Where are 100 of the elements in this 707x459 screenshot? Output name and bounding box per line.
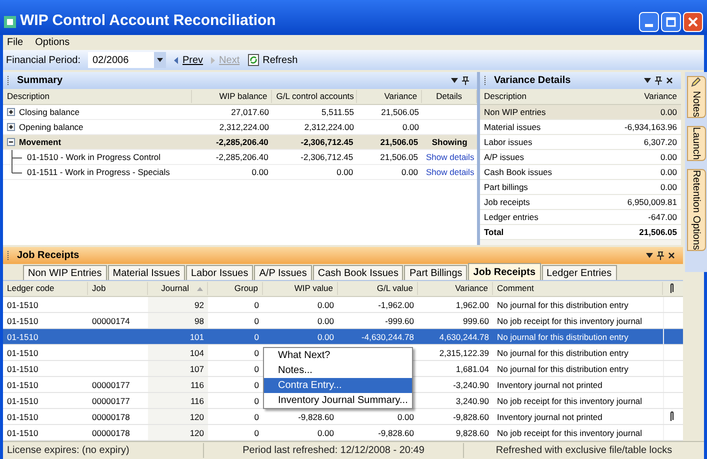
tab[interactable]: Ledger Entries	[542, 265, 617, 280]
close-icon	[666, 77, 673, 84]
expand-icon[interactable]	[7, 108, 15, 116]
column-header[interactable]: Comment	[493, 282, 663, 295]
prev-button[interactable]: Prev	[174, 52, 204, 68]
close-button[interactable]	[683, 12, 703, 32]
refresh-button[interactable]: Refresh	[248, 52, 298, 68]
column-header[interactable]: Variance	[601, 90, 681, 103]
column-header[interactable]: WIP balance	[192, 90, 272, 103]
attachment-icon	[669, 411, 675, 422]
variance-row[interactable]: Non WIP entries 0.00	[480, 105, 681, 120]
variance-row[interactable]: Material issues -6,934,163.96	[480, 120, 681, 135]
menu-item[interactable]: What Next?	[264, 348, 412, 363]
tab[interactable]: A/P Issues	[254, 265, 312, 280]
period-dropdown[interactable]: 02/2006	[88, 52, 166, 68]
row-label: Closing balance	[19, 106, 80, 118]
table-cell-text: No job receipt for this inventory journal	[496, 427, 644, 440]
close-icon	[688, 16, 698, 26]
table-cell-text: 0.00	[401, 120, 420, 134]
variance-row[interactable]: Total 21,506.05	[480, 225, 681, 240]
app-icon	[4, 16, 16, 28]
menu-item[interactable]: File	[7, 35, 24, 50]
tab[interactable]: Part Billings	[404, 265, 468, 280]
table-cell-text: 0	[253, 347, 260, 360]
table-cell-text: 01-1510	[6, 411, 40, 424]
side-tab[interactable]: Launch	[686, 126, 706, 161]
table-cell-text: 0.00	[396, 411, 415, 424]
table-cell-text: 2,312,224.00	[303, 120, 355, 134]
column-header[interactable]: G/L value	[338, 282, 418, 295]
attachment-icon	[669, 283, 675, 294]
column-header[interactable]: Journal	[148, 282, 208, 295]
table-cell-text: No journal for this distribution entry	[496, 347, 630, 360]
column-header[interactable]: Details	[422, 90, 477, 103]
table-cell-text: -9,828.60	[377, 427, 415, 440]
variance-row[interactable]: Cash Book issues 0.00	[480, 165, 681, 180]
table-cell-text: 2,312,224.00	[218, 120, 270, 134]
column-header[interactable]: Description	[480, 90, 601, 103]
table-cell-text: 21,506.05	[380, 106, 420, 118]
variance-row[interactable]: Job receipts 6,950,009.81	[480, 195, 681, 210]
table-cell: 92	[148, 297, 208, 312]
variance-row[interactable]: Part billings 0.00	[480, 180, 681, 195]
table-cell-text: 9,828.60	[454, 427, 490, 440]
table-cell: -4,630,244.78	[338, 329, 418, 344]
sort-ascending-icon	[197, 286, 203, 290]
column-header[interactable]: Ledger code	[3, 282, 88, 295]
table-cell: 98	[148, 313, 208, 328]
table-cell-text: 27,017.60	[230, 106, 270, 118]
tab[interactable]: Labor Issues	[186, 265, 254, 280]
column-header[interactable]: Job	[88, 282, 148, 295]
column-header[interactable]: G/L control accounts	[272, 90, 358, 103]
side-tab[interactable]: Retention Options	[686, 168, 706, 251]
table-cell-text: -3,240.90	[452, 379, 490, 392]
maximize-button[interactable]	[661, 12, 681, 32]
pin-icon	[655, 76, 662, 85]
menu-item[interactable]: Inventory Journal Summary...	[264, 393, 412, 408]
table-cell-text: 01-1510	[6, 427, 40, 440]
column-header[interactable]: Description	[3, 90, 192, 103]
row-label: 01-1511 - Work in Progress - Specials	[27, 166, 170, 178]
table-cell-text: 0.00	[400, 166, 419, 178]
variance-row[interactable]: Labor issues 6,307.20	[480, 135, 681, 150]
table-cell-text: 999.60	[462, 315, 490, 328]
row-label: Movement	[19, 136, 62, 148]
expand-icon[interactable]	[7, 123, 15, 131]
panel-title: Variance Details	[494, 74, 571, 88]
minimize-button[interactable]	[639, 12, 659, 32]
tab[interactable]: Material Issues	[108, 265, 185, 280]
table-cell-text: 00000174	[91, 315, 131, 328]
column-header[interactable]: Variance	[357, 90, 422, 103]
table-cell-text: 00000177	[91, 395, 131, 408]
menu-item[interactable]: Contra Entry...	[264, 378, 412, 393]
panel-title: Job Receipts	[17, 249, 80, 263]
table-cell-text: Inventory journal not printed	[496, 379, 604, 392]
table-cell-text: Inventory journal not printed	[496, 411, 604, 424]
table-cell-text: 21,506.05	[379, 150, 419, 164]
table-cell-text: 0.00	[250, 166, 270, 178]
menu-item[interactable]: Notes...	[264, 363, 412, 378]
column-header[interactable]: Variance	[418, 282, 493, 295]
variance-row[interactable]: Ledger entries -647.00	[480, 210, 681, 225]
table-cell: 116	[148, 377, 208, 392]
side-tab[interactable]: Notes	[686, 76, 706, 118]
table-cell-text: -999.60	[384, 315, 415, 328]
show-details-link[interactable]: Show details	[422, 150, 477, 164]
refresh-icon	[248, 54, 259, 66]
window-title: WIP Control Account Reconciliation	[20, 11, 276, 32]
column-header[interactable]: WIP value	[263, 282, 338, 295]
column-header[interactable]: Group	[208, 282, 263, 295]
menu-item[interactable]: Options	[35, 35, 70, 50]
table-cell-text: No journal for this distribution entry	[496, 363, 630, 376]
tab[interactable]: Cash Book Issues	[312, 265, 404, 280]
table-cell: 120	[148, 409, 208, 424]
table-cell-text: -2,306,712.45	[300, 150, 354, 164]
show-details-link[interactable]: Show details	[422, 166, 477, 178]
table-cell: 120	[148, 425, 208, 440]
collapse-icon[interactable]	[7, 138, 15, 146]
tab[interactable]: Non WIP Entries	[23, 265, 107, 280]
table-cell: 116	[148, 393, 208, 408]
table-cell: 01-1510	[3, 329, 88, 344]
tab[interactable]: Job Receipts	[468, 263, 541, 280]
variance-row[interactable]: A/P issues 0.00	[480, 150, 681, 165]
table-cell-text: 01-1510	[6, 347, 40, 360]
